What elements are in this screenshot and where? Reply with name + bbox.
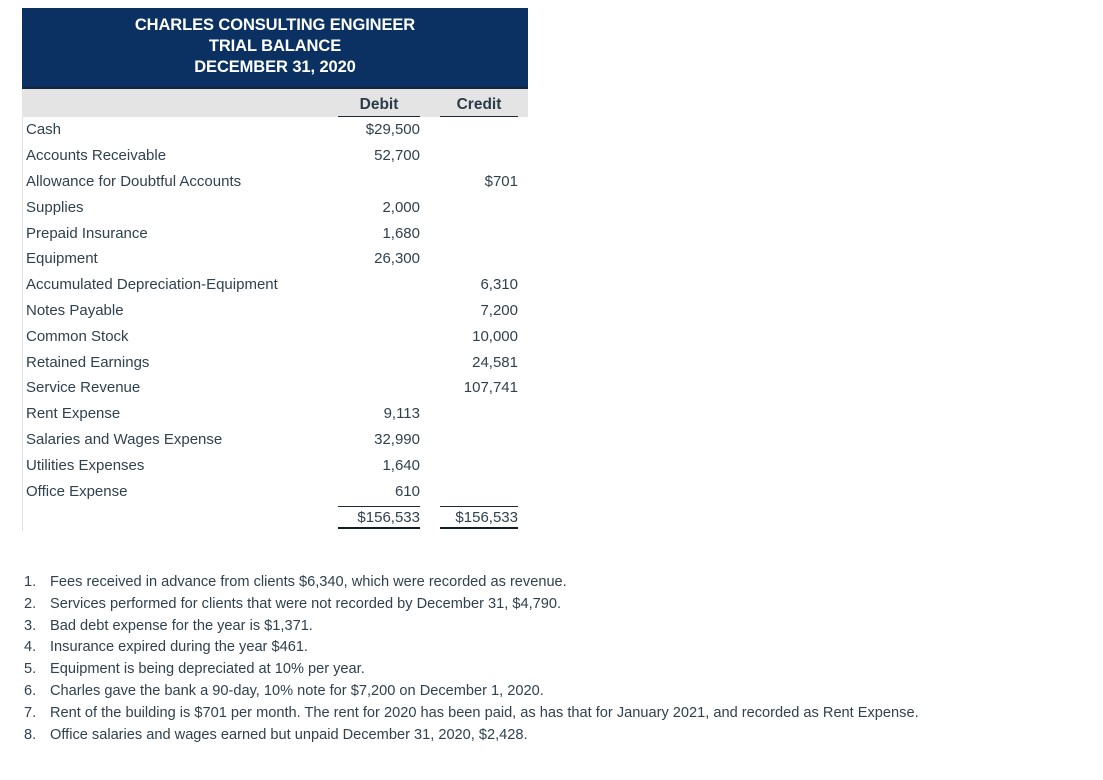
table-row: Common Stock 10,000	[23, 323, 528, 349]
row-debit: 2,000	[382, 198, 420, 216]
column-header-row: Debit Credit	[22, 89, 528, 117]
table-row: Prepaid Insurance 1,680	[23, 220, 528, 246]
list-item: 3. Bad debt expense for the year is $1,3…	[24, 616, 1094, 638]
list-item-text: Bad debt expense for the year is $1,371.	[50, 617, 313, 634]
list-item-text: Charles gave the bank a 90-day, 10% note…	[50, 682, 544, 699]
list-item-number: 1.	[24, 574, 37, 590]
total-credit: $156,533	[440, 505, 518, 529]
row-account: Service Revenue	[26, 379, 141, 397]
list-item-number: 7.	[24, 704, 37, 721]
list-item-number: 6.	[24, 682, 37, 699]
row-credit: 10,000	[472, 327, 518, 345]
table-row: Service Revenue 107,741	[23, 375, 528, 401]
table-row: Allowance for Doubtful Accounts $701	[23, 169, 528, 195]
table-row: Retained Earnings 24,581	[23, 349, 528, 375]
trial-balance-rows: Cash $29,500 Accounts Receivable 52,700 …	[22, 117, 528, 531]
list-item-text: Services performed for clients that were…	[50, 595, 562, 612]
list-item: 4. Insurance expired during the year $46…	[24, 637, 1094, 659]
row-debit: 9,113	[383, 405, 420, 423]
row-credit: 6,310	[480, 276, 518, 294]
company-name: CHARLES CONSULTING ENGINEER	[134, 16, 416, 34]
row-account: Rent Expense	[26, 405, 121, 423]
list-item-text: Rent of the building is $701 per month. …	[50, 704, 919, 721]
list-item-number: 8.	[24, 726, 37, 743]
list-item-text: Fees received in advance from clients $6…	[50, 574, 567, 590]
row-account: Common Stock	[26, 327, 129, 345]
table-row: Supplies 2,000	[23, 194, 528, 220]
row-debit: 26,300	[374, 250, 420, 268]
list-item-number: 2.	[24, 595, 37, 612]
row-account: Supplies	[26, 198, 84, 216]
table-row: Cash $29,500	[23, 117, 528, 143]
row-account: Retained Earnings	[26, 353, 150, 371]
statement-title: TRIAL BALANCE	[208, 37, 342, 55]
row-account: Cash	[26, 121, 62, 139]
adjustments-list: 1. Fees received in advance from clients…	[24, 572, 1094, 746]
row-debit: 610	[394, 482, 420, 500]
table-row: Office Expense 610	[23, 478, 528, 504]
table-row: Accumulated Depreciation-Equipment 6,310	[23, 272, 528, 298]
list-item: 5. Equipment is being depreciated at 10%…	[24, 659, 1094, 681]
list-item: 6. Charles gave the bank a 90-day, 10% n…	[24, 681, 1094, 703]
list-item-text: Office salaries and wages earned but unp…	[50, 726, 528, 743]
row-account: Equipment	[26, 250, 98, 268]
table-row: Accounts Receivable 52,700	[23, 143, 528, 169]
row-credit: 107,741	[463, 379, 518, 397]
row-account: Salaries and Wages Expense	[26, 430, 223, 448]
trial-balance-table: CHARLES CONSULTING ENGINEER TRIAL BALANC…	[22, 8, 528, 531]
list-item: 8. Office salaries and wages earned but …	[24, 725, 1094, 747]
totals-row: $156,533 $156,533	[23, 504, 528, 531]
list-item-text: Insurance expired during the year $461.	[50, 639, 308, 656]
table-row: Notes Payable 7,200	[23, 298, 528, 324]
list-item-number: 4.	[24, 639, 37, 656]
row-account: Prepaid Insurance	[26, 224, 148, 242]
list-item: 1. Fees received in advance from clients…	[24, 572, 1094, 594]
table-row: Salaries and Wages Expense 32,990	[23, 427, 528, 453]
list-item: 7. Rent of the building is $701 per mont…	[24, 703, 1094, 725]
table-row: Utilities Expenses 1,640	[23, 452, 528, 478]
table-row: Equipment 26,300	[23, 246, 528, 272]
trial-balance-header: CHARLES CONSULTING ENGINEER TRIAL BALANC…	[22, 8, 528, 89]
row-debit: 1,640	[382, 456, 420, 474]
table-row: Rent Expense 9,113	[23, 401, 528, 427]
statement-date: DECEMBER 31, 2020	[194, 58, 356, 76]
row-account: Allowance for Doubtful Accounts	[26, 172, 242, 190]
list-item-text: Equipment is being depreciated at 10% pe…	[50, 661, 365, 678]
list-item-number: 3.	[24, 617, 37, 634]
row-debit: 52,700	[374, 147, 420, 165]
row-credit: 24,581	[472, 353, 518, 371]
row-credit: $701	[484, 172, 518, 190]
row-account: Utilities Expenses	[26, 456, 145, 474]
column-header-credit: Credit	[440, 96, 518, 117]
row-debit: 32,990	[374, 430, 420, 448]
total-debit: $156,533	[338, 505, 420, 529]
row-account: Notes Payable	[26, 301, 124, 319]
row-debit: 1,680	[382, 224, 420, 242]
column-header-debit: Debit	[338, 96, 420, 117]
row-credit: 7,200	[480, 301, 518, 319]
row-account: Office Expense	[26, 482, 128, 500]
list-item-number: 5.	[24, 661, 37, 678]
list-item: 2. Services performed for clients that w…	[24, 594, 1094, 616]
row-account: Accounts Receivable	[26, 147, 167, 165]
row-debit: $29,500	[365, 121, 420, 139]
row-account: Accumulated Depreciation-Equipment	[26, 276, 278, 294]
